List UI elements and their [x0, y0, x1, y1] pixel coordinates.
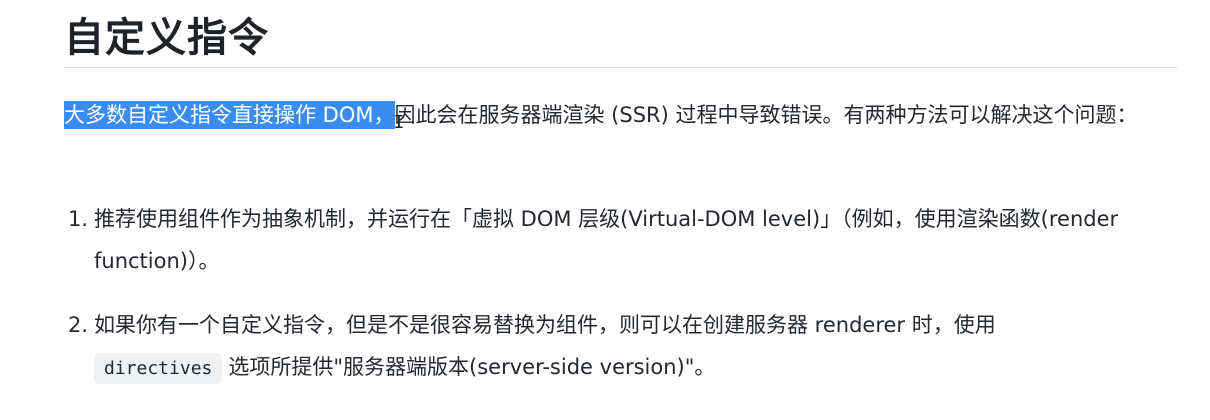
list-item: 2. 如果你有一个自定义指令，但是不是很容易替换为组件，则可以在创建服务器 re… [64, 304, 1174, 390]
inline-code-directives: directives [94, 353, 223, 384]
list-item: 1. 推荐使用组件作为抽象机制，并运行在「虚拟 DOM 层级(Virtual-D… [64, 198, 1174, 282]
intro-paragraph: 大多数自定义指令直接操作 DOM， I 因此会在服务器端渲染 (SSR) 过程中导致… [64, 101, 1138, 133]
list-item-number: 1. [68, 207, 89, 231]
list-item-text: 如果你有一个自定义指令，但是不是很容易替换为组件，则可以在创建服务器 rende… [94, 313, 996, 337]
section-heading: 自定义指令 [64, 15, 269, 61]
list-item-number: 2. [68, 313, 89, 337]
heading-divider [64, 67, 1177, 68]
document-page: 自定义指令 大多数自定义指令直接操作 DOM， I 因此会在服务器端渲染 (SSR)… [0, 0, 1210, 420]
solutions-list: 1. 推荐使用组件作为抽象机制，并运行在「虚拟 DOM 层级(Virtual-D… [64, 198, 1174, 412]
selected-text[interactable]: 大多数自定义指令直接操作 DOM， [64, 101, 395, 129]
list-item-text: 推荐使用组件作为抽象机制，并运行在「虚拟 DOM 层级(Virtual-DOM … [94, 207, 1119, 273]
intro-paragraph-rest: 因此会在服务器端渲染 (SSR) 过程中导致错误。有两种方法可以解决这个问题： [394, 103, 1138, 127]
list-item-text-after: 选项所提供"服务器端版本(server-side version)"。 [228, 355, 716, 379]
